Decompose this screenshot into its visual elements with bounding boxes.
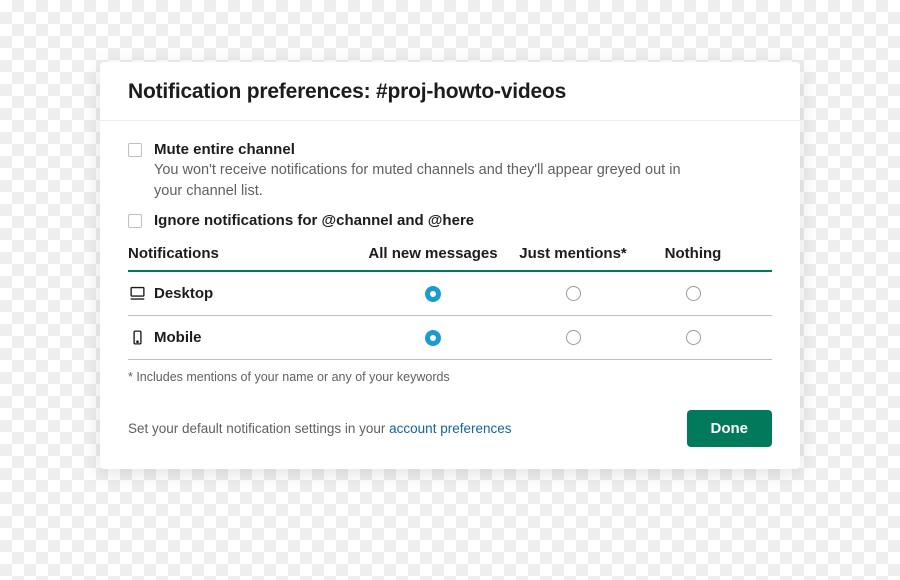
desktop-radio-nothing[interactable] bbox=[686, 286, 701, 301]
mute-channel-label: Mute entire channel bbox=[154, 141, 772, 158]
footer-text: Set your default notification settings i… bbox=[128, 421, 511, 436]
mute-channel-row: Mute entire channel You won't receive no… bbox=[128, 141, 772, 202]
mute-channel-checkbox[interactable] bbox=[128, 143, 142, 157]
ignore-at-channel-label: Ignore notifications for @channel and @h… bbox=[154, 212, 772, 229]
table-row-desktop: Desktop bbox=[128, 272, 772, 316]
table-header: Notifications All new messages Just ment… bbox=[128, 245, 772, 272]
mobile-radio-nothing[interactable] bbox=[686, 330, 701, 345]
table-header-label: Notifications bbox=[128, 245, 358, 262]
ignore-at-channel-checkbox[interactable] bbox=[128, 214, 142, 228]
row-label-desktop: Desktop bbox=[154, 285, 213, 302]
account-preferences-link[interactable]: account preferences bbox=[389, 421, 511, 436]
mobile-icon bbox=[128, 329, 146, 347]
row-label-mobile: Mobile bbox=[154, 329, 202, 346]
mentions-footnote: * Includes mentions of your name or any … bbox=[128, 370, 772, 384]
table-row-mobile: Mobile bbox=[128, 316, 772, 360]
desktop-radio-all-new[interactable] bbox=[425, 286, 441, 302]
mobile-radio-mentions[interactable] bbox=[566, 330, 581, 345]
notification-preferences-modal: Notification preferences: #proj-howto-vi… bbox=[100, 62, 800, 469]
done-button[interactable]: Done bbox=[687, 410, 773, 447]
modal-title: Notification preferences: #proj-howto-vi… bbox=[128, 80, 772, 104]
modal-body: Mute entire channel You won't receive no… bbox=[100, 121, 800, 469]
modal-header: Notification preferences: #proj-howto-vi… bbox=[100, 62, 800, 121]
table-header-all-new: All new messages bbox=[358, 245, 508, 262]
notifications-table: Notifications All new messages Just ment… bbox=[128, 245, 772, 360]
table-header-nothing: Nothing bbox=[638, 245, 748, 262]
desktop-icon bbox=[128, 285, 146, 303]
ignore-at-channel-row: Ignore notifications for @channel and @h… bbox=[128, 212, 772, 229]
mobile-radio-all-new[interactable] bbox=[425, 330, 441, 346]
modal-footer: Set your default notification settings i… bbox=[128, 410, 772, 447]
mute-channel-description: You won't receive notifications for mute… bbox=[154, 160, 694, 202]
table-header-mentions: Just mentions* bbox=[508, 245, 638, 262]
desktop-radio-mentions[interactable] bbox=[566, 286, 581, 301]
